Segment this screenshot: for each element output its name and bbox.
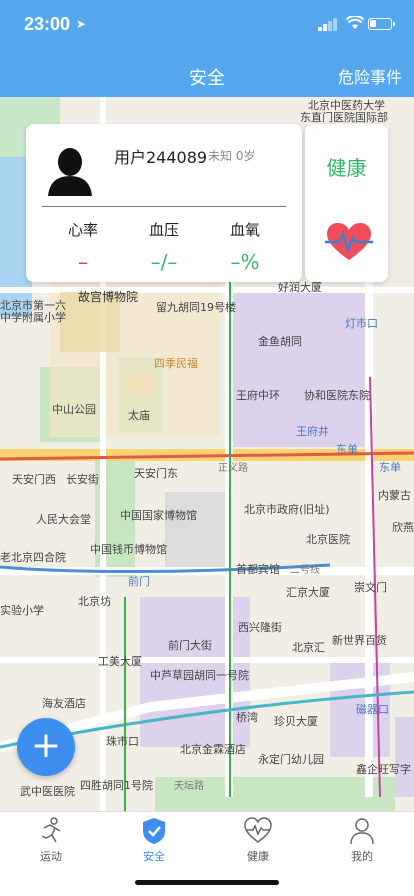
metric-label: 血氧 — [229, 221, 260, 239]
map-label: 太庙 — [128, 409, 150, 422]
map-label: 北京坊 — [78, 595, 111, 608]
divider — [42, 206, 286, 207]
map-label: 武中医医院 — [20, 785, 75, 798]
username: 用户244089 — [114, 148, 208, 167]
map-label: 天坛路 — [174, 781, 204, 792]
map-label: 东直门医院国际部 — [300, 111, 388, 124]
map-label: 鑫企旺写字 — [356, 763, 411, 776]
metric-value: –% — [230, 250, 260, 274]
map-label: 王府中环 — [236, 389, 280, 402]
map-label: 内蒙古 — [378, 489, 411, 502]
map-label: 前门大街 — [168, 639, 212, 652]
map-label: 中山公园 — [52, 403, 96, 416]
map-label: 四胜胡同1号院 — [80, 779, 153, 792]
map-label: 东单 — [379, 461, 401, 474]
map-label: 中国钱币博物馆 — [90, 543, 167, 556]
map-label: 老北京四合院 — [0, 551, 66, 564]
map-label: 四季民福 — [154, 357, 198, 370]
battery-icon — [368, 18, 395, 30]
location-arrow-icon: ➤ — [76, 17, 87, 31]
map-label: 东单 — [336, 443, 358, 456]
metric-label: 血压 — [148, 221, 179, 239]
map-label: 崇文门 — [354, 581, 387, 594]
map-label: 磁器口 — [356, 703, 389, 716]
map-label: 珠市口 — [106, 735, 139, 748]
health-status-card[interactable]: 健康 — [305, 124, 388, 282]
map-label: 永定门幼儿园 — [258, 753, 324, 766]
nav-bar: 安全 危险事件 — [0, 50, 414, 97]
status-bar: 23:00 ➤ — [0, 0, 414, 50]
map-label: 北京金霖酒店 — [180, 743, 246, 756]
status-time: 23:00 — [24, 14, 71, 34]
map-label: 新世界百货 — [332, 634, 387, 647]
map-label: 桥湾 — [236, 711, 258, 724]
map-label: 汇京大厦 — [286, 586, 330, 599]
map-label: 工美大厦 — [98, 655, 142, 668]
metric-value: – — [78, 250, 88, 274]
map-label: 金鱼胡同 — [258, 335, 302, 348]
map-label: 天安门东 — [134, 467, 178, 480]
wifi-icon — [345, 15, 365, 34]
tab-exercise[interactable]: 运动 — [11, 816, 91, 864]
map-label: 珍贝大厦 — [274, 715, 318, 728]
cellular-signal-icon — [318, 18, 338, 31]
map-label: 北京医院 — [306, 533, 350, 546]
metric-heart-rate: 心率 – — [48, 219, 118, 274]
shield-check-icon — [114, 816, 194, 846]
map-label: 王府井 — [296, 425, 329, 438]
map-label: 协和医院东院 — [304, 389, 370, 402]
map-label: 前门 — [128, 575, 150, 588]
map-label: 中学附属小学 — [0, 311, 66, 324]
tab-mine[interactable]: 我的 — [322, 816, 402, 864]
map-label: 长安街 — [66, 473, 99, 486]
map-label: 北京汇 — [292, 641, 325, 654]
metric-blood-pressure: 血压 –/– — [129, 219, 199, 274]
danger-events-button[interactable]: 危险事件 — [338, 64, 402, 88]
map-label: 灯市口 — [345, 317, 378, 330]
metric-value: –/– — [150, 250, 178, 274]
avatar — [48, 146, 92, 196]
top-bar: 23:00 ➤ 安全 危险事件 — [0, 0, 414, 97]
tab-label: 安全 — [143, 850, 165, 863]
map-label: 海友酒店 — [42, 697, 86, 710]
map-label: 天安门西 — [12, 473, 56, 486]
add-button[interactable]: + — [17, 718, 75, 776]
map-label: 人民大会堂 — [36, 513, 91, 526]
running-person-icon — [11, 816, 91, 846]
user-silhouette-icon — [48, 148, 92, 196]
tab-label: 健康 — [247, 850, 269, 863]
map-label: 实验小学 — [0, 604, 44, 617]
user-meta: 未知 0岁 — [208, 149, 256, 163]
map-label: 中芦草园胡同一号院 — [150, 669, 249, 682]
health-state: 健康 — [326, 156, 367, 180]
home-indicator[interactable] — [135, 880, 279, 885]
map-label: 正义路 — [218, 463, 248, 474]
tab-health[interactable]: 健康 — [218, 816, 298, 864]
metric-blood-oxygen: 血氧 –% — [210, 219, 280, 274]
map-label: 首都宾馆 — [236, 563, 280, 576]
tab-label: 运动 — [40, 850, 62, 863]
user-health-card[interactable]: 用户244089 未知 0岁 心率 – 血压 –/– 血氧 –% — [26, 124, 302, 282]
map-label: 二号线 — [290, 565, 320, 576]
tab-label: 我的 — [351, 850, 373, 863]
tab-safety[interactable]: 安全 — [114, 816, 194, 864]
heart-pulse-icon — [323, 222, 375, 266]
map-label: 西兴隆街 — [238, 621, 282, 634]
map-label: 留九胡同19号楼 — [156, 301, 236, 314]
map-label: 中国国家博物馆 — [120, 509, 197, 522]
map-label: 北京市政府(旧址) — [244, 503, 330, 516]
heart-pulse-icon — [218, 816, 298, 846]
map-label: 故宫博物院 — [78, 290, 139, 304]
metric-label: 心率 — [67, 221, 98, 239]
user-icon — [322, 816, 402, 846]
map-label: 欣燕 — [392, 521, 414, 534]
